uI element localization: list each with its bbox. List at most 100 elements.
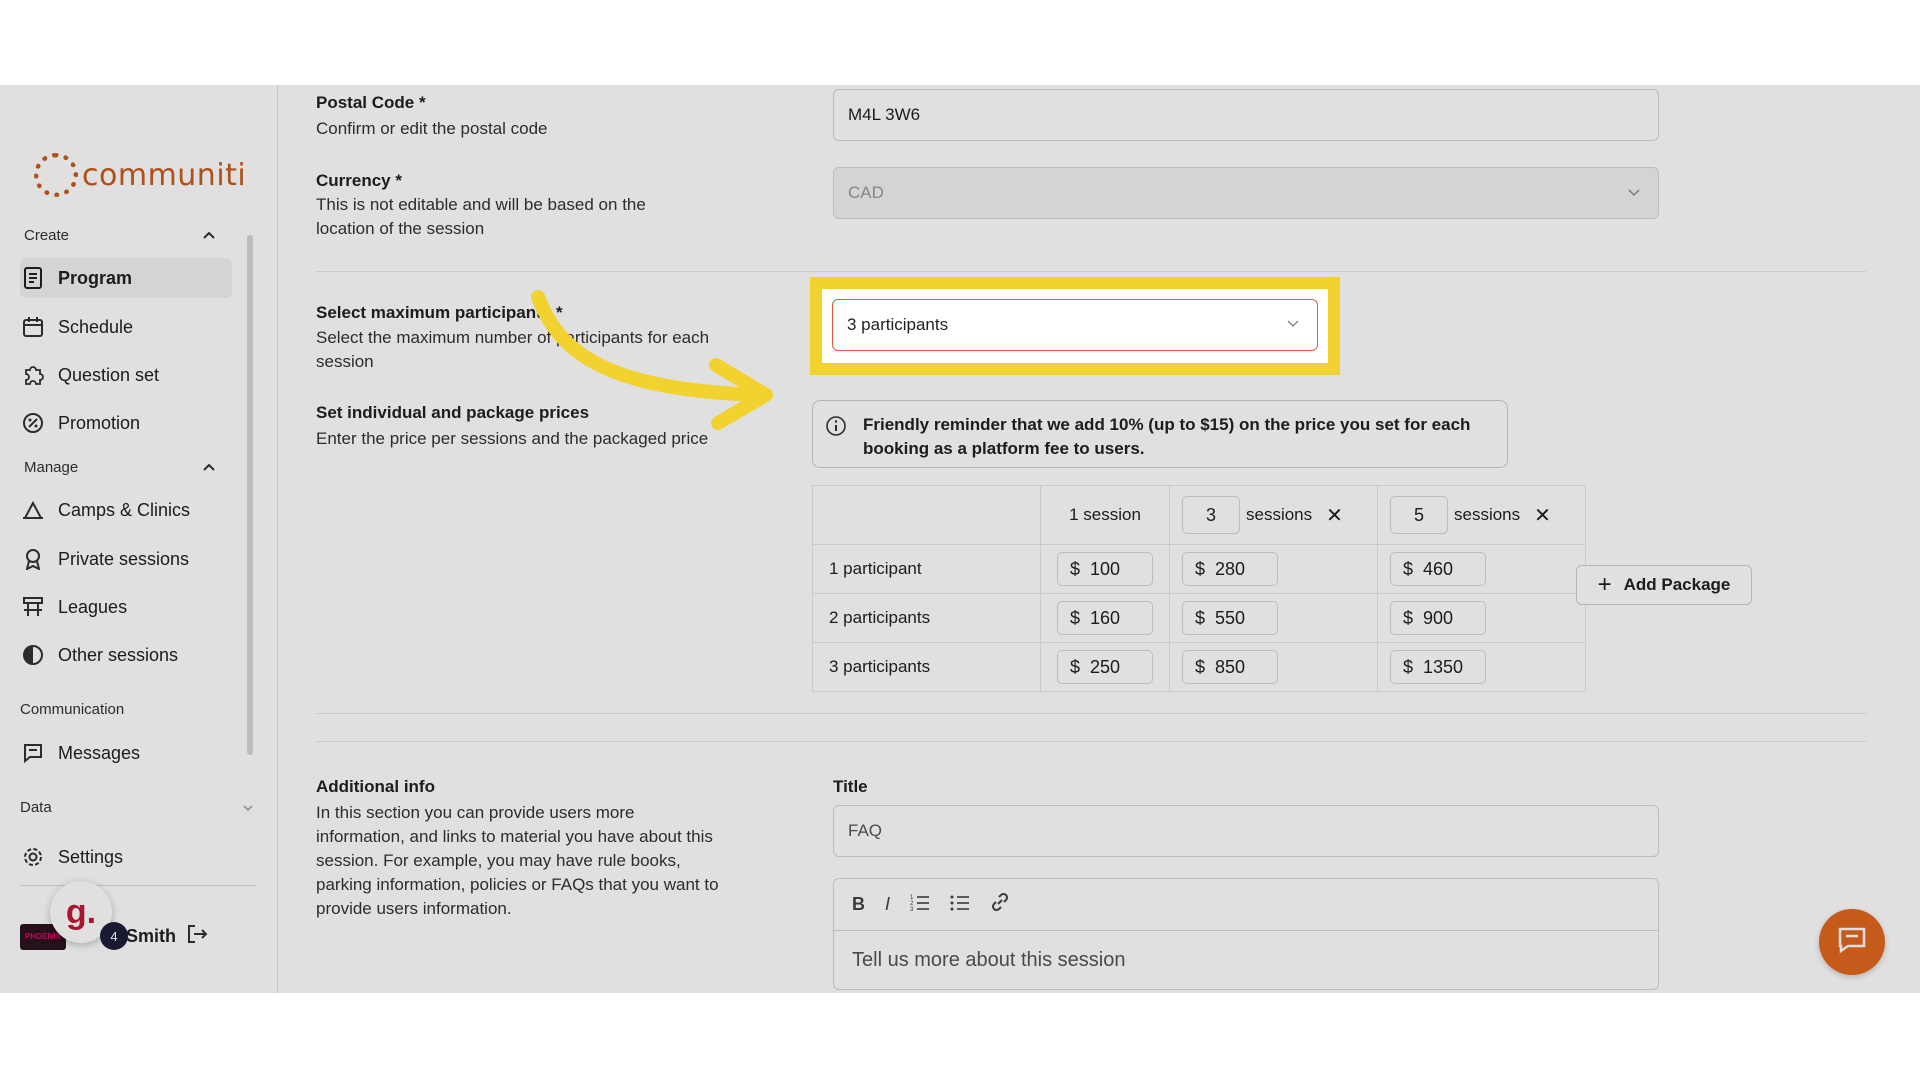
bullet-list-icon[interactable] <box>950 893 970 916</box>
title-field-label: Title <box>833 777 868 796</box>
sidebar-item-program[interactable]: Program <box>20 258 232 298</box>
section-divider <box>316 713 1866 714</box>
platform-fee-notice: Friendly reminder that we add 10% (up to… <box>812 400 1508 468</box>
italic-button[interactable]: I <box>885 894 890 915</box>
price-cell: $900 <box>1377 593 1586 643</box>
link-icon[interactable] <box>990 892 1010 917</box>
bold-button[interactable]: B <box>852 894 865 915</box>
sidebar-item-label: Private sessions <box>58 548 190 569</box>
sessions-label: sessions <box>1246 505 1313 524</box>
chevron-down-icon <box>1285 315 1301 336</box>
section-manage[interactable]: Manage <box>24 459 216 476</box>
logout-icon[interactable] <box>186 923 208 950</box>
chevron-down-icon <box>1626 184 1642 205</box>
puzzle-icon <box>22 364 44 386</box>
price-input[interactable]: $280 <box>1182 552 1278 586</box>
sidebar-item-private-sessions[interactable]: Private sessions <box>20 539 232 579</box>
currency-symbol: $ <box>1195 656 1206 677</box>
sidebar-item-label: Other sessions <box>58 644 179 665</box>
percent-icon <box>22 412 44 434</box>
add-package-button[interactable]: + Add Package <box>1576 565 1752 605</box>
sidebar-item-promotion[interactable]: Promotion <box>20 403 232 443</box>
section-data[interactable]: Data <box>20 799 254 816</box>
package-1-count-input[interactable]: 3 <box>1182 496 1240 534</box>
user-name: Smith <box>126 926 177 946</box>
price-input[interactable]: $1350 <box>1390 650 1486 684</box>
award-icon <box>22 548 44 570</box>
editor-placeholder: Tell us more about this session <box>852 949 1126 971</box>
section-divider <box>316 741 1866 742</box>
svg-text:3: 3 <box>910 907 914 911</box>
corner-cell <box>812 485 1041 545</box>
currency-value: CAD <box>848 183 884 202</box>
section-create-label: Create <box>24 227 70 244</box>
currency-symbol: $ <box>1070 656 1081 677</box>
sidebar-item-settings[interactable]: Settings <box>20 837 232 877</box>
sidebar-item-label: Schedule <box>58 316 134 337</box>
app-frame: communiti Create Program Schedule Questi… <box>0 85 1920 993</box>
section-create[interactable]: Create <box>24 227 216 244</box>
sidebar-item-camps-clinics[interactable]: Camps & Clinics <box>20 490 232 530</box>
half-circle-icon <box>22 644 44 666</box>
ordered-list-icon[interactable]: 123 <box>910 893 930 916</box>
sidebar-scrollbar[interactable] <box>247 235 253 755</box>
currency-title: Currency * <box>316 171 402 190</box>
price-cell: $250 <box>1040 642 1170 692</box>
max-participants-select[interactable]: 3 participants <box>832 299 1318 351</box>
sidebar-item-leagues[interactable]: Leagues <box>20 587 232 627</box>
price-value: 280 <box>1215 558 1246 579</box>
logo-mark-icon <box>34 153 78 197</box>
remove-package-1-close-icon[interactable]: ✕ <box>1326 503 1343 528</box>
sidebar-item-label: Messages <box>58 742 141 763</box>
brand-logo[interactable]: communiti <box>34 153 246 197</box>
description-editor[interactable]: Tell us more about this session <box>833 930 1659 990</box>
price-input[interactable]: $550 <box>1182 601 1278 635</box>
postal-code-input[interactable]: M4L 3W6 <box>833 89 1659 141</box>
section-divider <box>316 271 1866 272</box>
price-input[interactable]: $460 <box>1390 552 1486 586</box>
currency-symbol: $ <box>1070 558 1081 579</box>
row-label: 2 participants <box>812 593 1041 643</box>
price-input[interactable]: $160 <box>1057 601 1153 635</box>
sidebar-item-label: Settings <box>58 846 124 867</box>
col-package-1: 3 sessions ✕ <box>1169 485 1378 545</box>
package-2-count-input[interactable]: 5 <box>1390 496 1448 534</box>
additional-info-desc: In this section you can provide users mo… <box>316 803 719 918</box>
price-input[interactable]: $250 <box>1057 650 1153 684</box>
currency-symbol: $ <box>1403 607 1414 628</box>
price-input[interactable]: $900 <box>1390 601 1486 635</box>
postal-code-title: Postal Code * <box>316 93 426 112</box>
sidebar-item-question-set[interactable]: Question set <box>20 355 232 395</box>
col-package-2: 5 sessions ✕ <box>1377 485 1586 545</box>
notification-count: 4 <box>100 922 128 950</box>
sessions-label: sessions <box>1454 505 1521 524</box>
price-input[interactable]: $850 <box>1182 650 1278 684</box>
document-icon <box>22 267 44 289</box>
currency-symbol: $ <box>1403 656 1414 677</box>
remove-package-2-close-icon[interactable]: ✕ <box>1534 503 1551 528</box>
plus-icon: + <box>1597 571 1612 598</box>
info-icon <box>825 415 847 444</box>
sidebar-item-other-sessions[interactable]: Other sessions <box>20 635 232 675</box>
title-input[interactable]: FAQ <box>833 805 1659 857</box>
sidebar-item-label: Leagues <box>58 596 128 617</box>
table-row: 3 participants $250 $850 $1350 <box>812 642 1586 692</box>
pointer-arrow-icon <box>520 285 790 450</box>
price-cell: $280 <box>1169 544 1378 594</box>
camp-icon <box>22 499 44 521</box>
section-communication: Communication <box>20 701 212 718</box>
sidebar-item-messages[interactable]: Messages <box>20 733 232 773</box>
price-cell: $850 <box>1169 642 1378 692</box>
chat-button[interactable] <box>1819 909 1885 975</box>
sidebar-item-schedule[interactable]: Schedule <box>20 307 232 347</box>
sidebar-item-label: Question set <box>58 364 160 385</box>
chevron-down-icon <box>242 799 254 816</box>
sidebar-item-label: Camps & Clinics <box>58 499 191 520</box>
max-participants-value: 3 participants <box>847 315 949 334</box>
additional-info-title: Additional info <box>316 777 435 796</box>
price-input[interactable]: $100 <box>1057 552 1153 586</box>
price-cell: $460 <box>1377 544 1586 594</box>
currency-select: CAD <box>833 167 1659 219</box>
currency-symbol: $ <box>1403 558 1414 579</box>
calendar-icon <box>22 316 44 338</box>
